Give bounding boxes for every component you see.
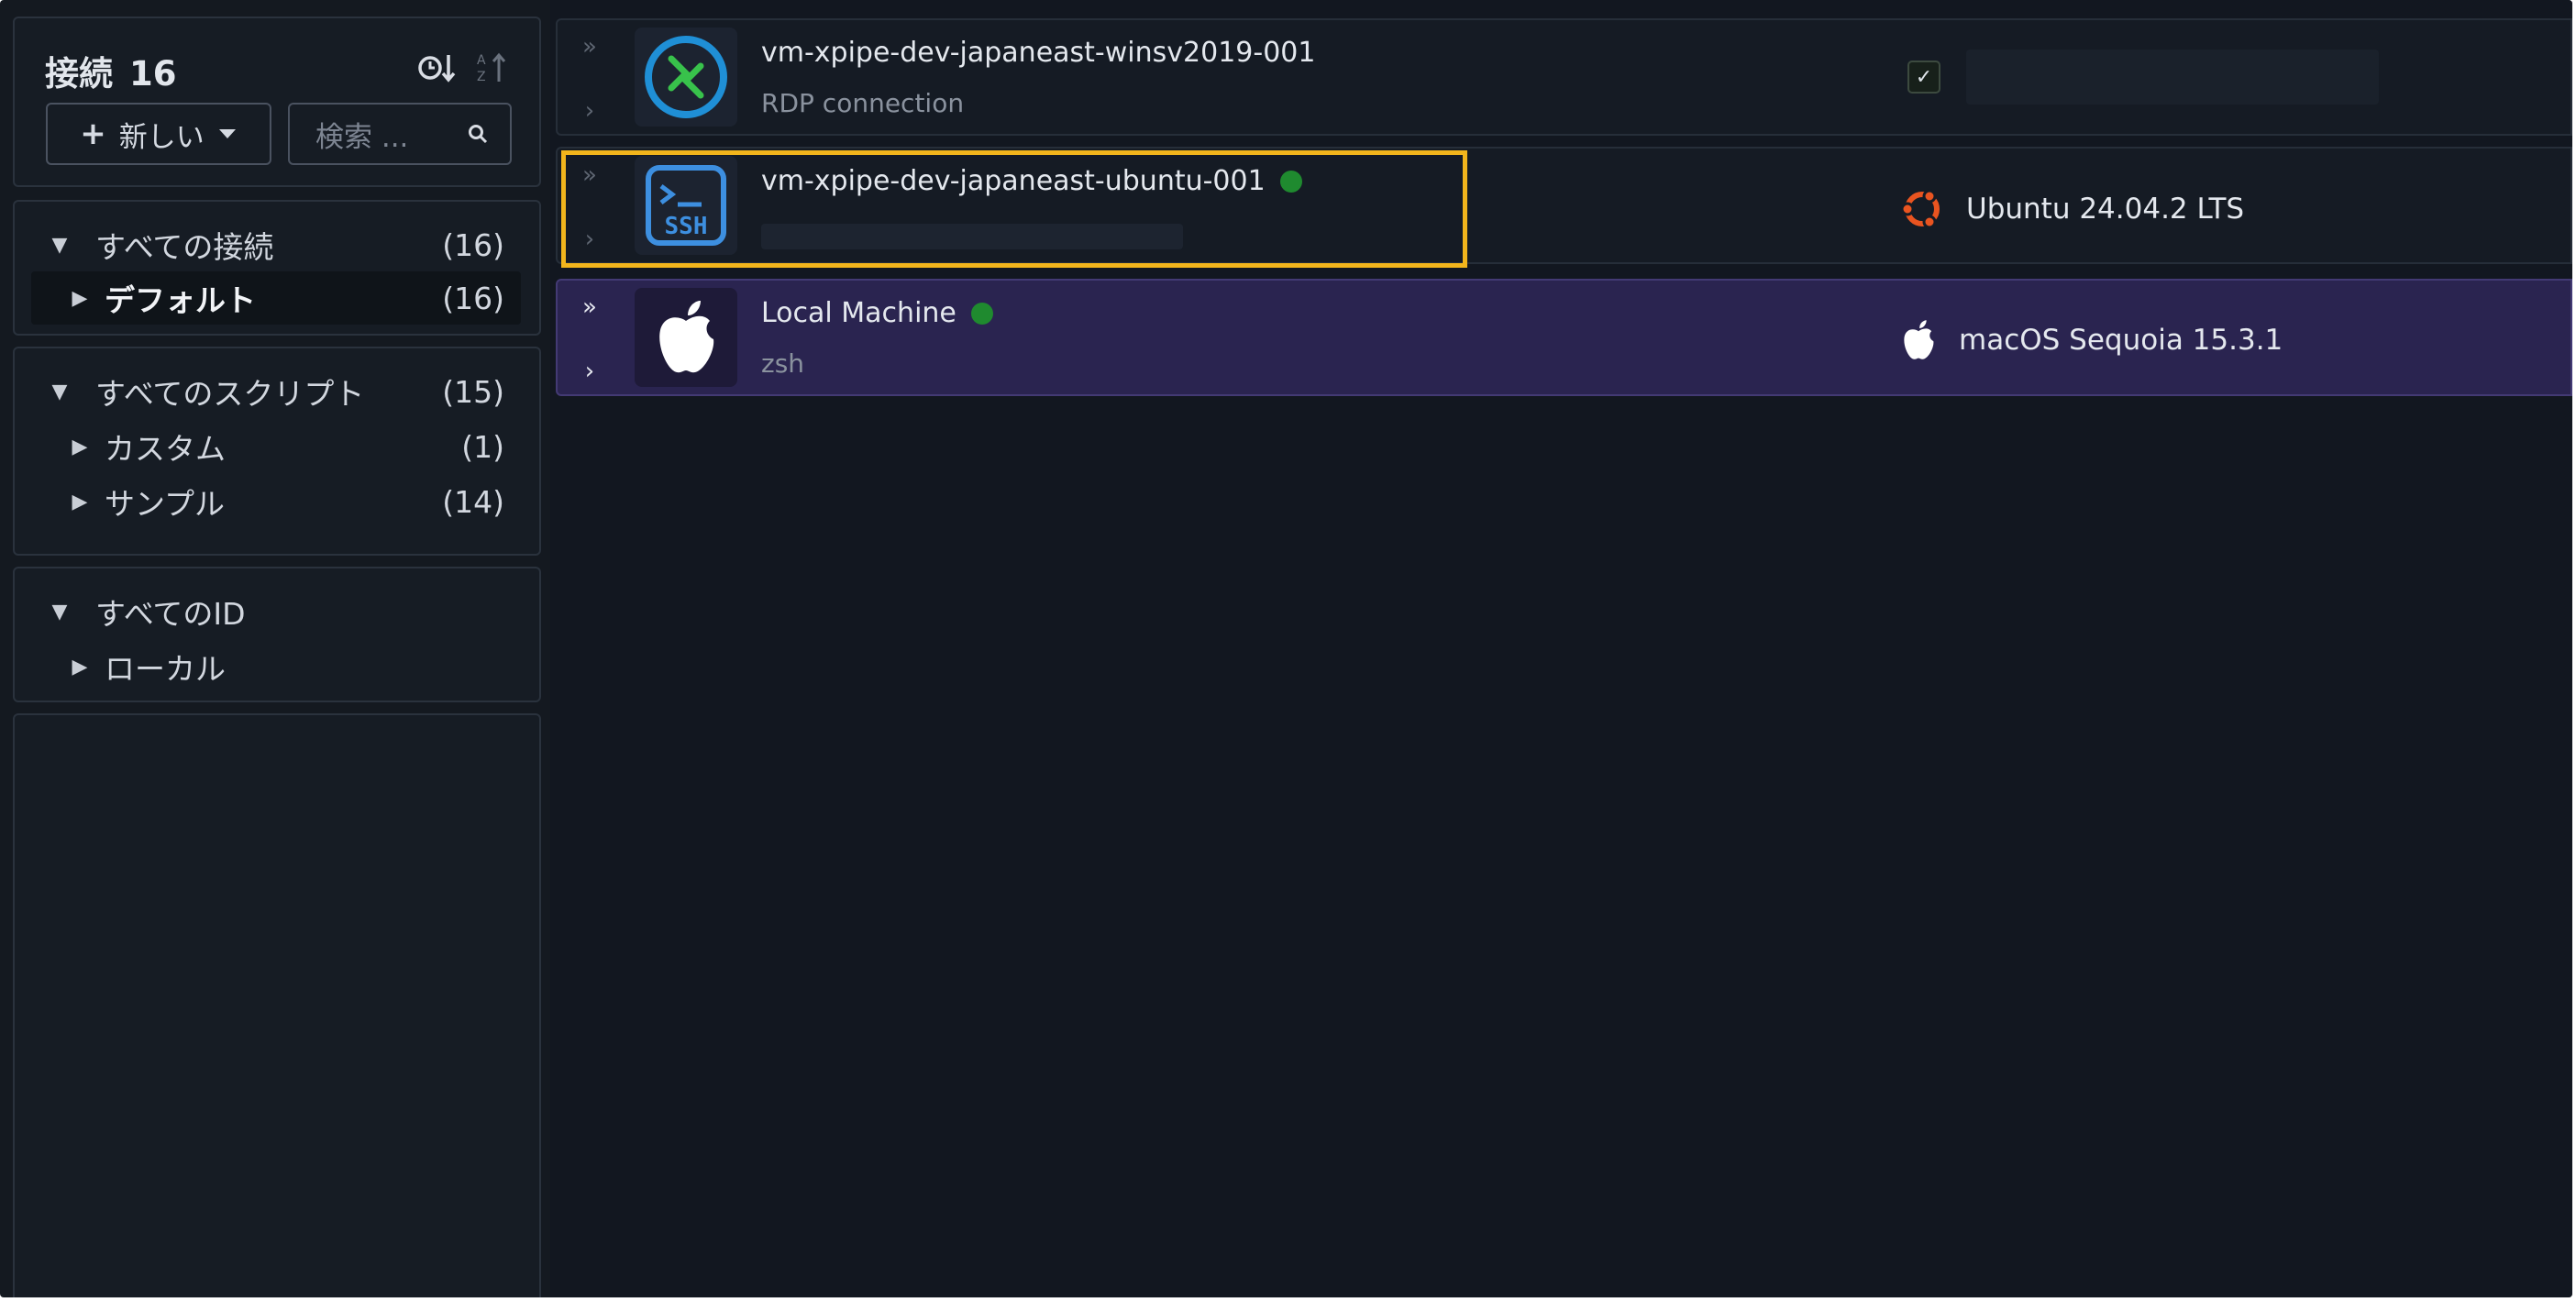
tree-item-default[interactable]: ▶ デフォルト (16) [31, 271, 521, 325]
apple-icon [635, 288, 737, 387]
tree-label: すべてのID [95, 596, 246, 632]
sort-alphabetical-icon[interactable]: A Z [475, 50, 508, 85]
sort-by-time-icon[interactable] [418, 51, 457, 84]
ubuntu-icon [1900, 189, 1940, 229]
new-connection-button[interactable]: + 新しい [46, 103, 271, 165]
tree-item-all-connections[interactable]: ▼ すべての接続 (16) [15, 218, 539, 271]
expand-all-icon[interactable]: » [582, 293, 597, 321]
row-controls: » › [576, 33, 603, 125]
tree-count: (15) [442, 373, 504, 410]
identities-tree: ▼ すべてのID ▶ ローカル [13, 567, 541, 702]
connection-row-local[interactable]: » › Local Machine zsh macOS Sequoia 15.3… [556, 279, 2572, 396]
svg-text:A: A [477, 53, 486, 68]
connections-tree: ▼ すべての接続 (16) ▶ デフォルト (16) [13, 200, 541, 336]
connection-name: Local Machine [761, 297, 993, 329]
tree-label: サンプル [105, 486, 226, 522]
connection-subtitle: zsh [761, 348, 805, 379]
connection-row-rdp[interactable]: » › vm-xpipe-dev-japaneast-winsv2019-001… [556, 18, 2572, 136]
tree-count: (14) [442, 483, 504, 520]
connection-name-text: Local Machine [761, 297, 956, 329]
connections-count: 16 [129, 54, 177, 94]
rdp-icon [635, 28, 737, 127]
tree-item-local[interactable]: ▶ ローカル [15, 640, 539, 693]
collapsed-arrow-icon: ▶ [72, 286, 88, 310]
tree-item-all-ids[interactable]: ▼ すべてのID [15, 585, 539, 638]
expand-all-icon[interactable]: » [582, 33, 597, 61]
chevron-right-icon[interactable]: › [585, 97, 594, 125]
tree-item-samples[interactable]: ▶ サンプル (14) [15, 475, 539, 528]
connection-name-text: vm-xpipe-dev-japaneast-winsv2019-001 [761, 37, 1316, 69]
scripts-tree: ▼ すべてのスクリプト (15) ▶ カスタム (1) ▶ サンプル (14) [13, 347, 541, 556]
chevron-down-icon [218, 129, 236, 138]
tree-label: ローカル [105, 651, 226, 687]
expanded-arrow-icon: ▼ [51, 233, 68, 257]
search-placeholder: 検索 ... [315, 120, 409, 154]
apple-icon [1904, 320, 1934, 359]
row-controls: » › [576, 293, 603, 385]
app-window: 接続 16 A Z + 新しい 検索 ... ▼ すべての接続 (16) ▶ デ… [0, 0, 2572, 1297]
sidebar-header: 接続 16 A Z + 新しい 検索 ... [13, 17, 541, 187]
connection-name: vm-xpipe-dev-japaneast-winsv2019-001 [761, 37, 1315, 69]
online-status-icon [970, 302, 993, 325]
sidebar-empty-area [13, 713, 541, 1297]
search-input[interactable]: 検索 ... [288, 103, 512, 165]
os-label: macOS Sequoia 15.3.1 [1959, 324, 2283, 357]
plus-icon: + [80, 116, 106, 152]
tree-label: すべてのスクリプト [95, 376, 365, 412]
collapsed-arrow-icon: ▶ [72, 435, 88, 458]
search-icon [469, 125, 488, 144]
tree-count: (1) [461, 428, 504, 465]
redacted-field [1966, 50, 2379, 105]
collapsed-arrow-icon: ▶ [72, 490, 88, 513]
checkbox[interactable]: ✓ [1907, 61, 1940, 94]
sort-controls: A Z [418, 50, 508, 86]
title-label: 接続 [45, 54, 113, 94]
tree-label: カスタム [105, 431, 226, 467]
connections-title: 接続 16 [45, 46, 177, 95]
svg-text:Z: Z [477, 70, 486, 84]
tree-label: すべての接続 [95, 229, 274, 265]
os-info: Ubuntu 24.04.2 LTS [1898, 185, 2244, 233]
tree-count: (16) [442, 280, 504, 316]
os-info: macOS Sequoia 15.3.1 [1898, 317, 2283, 363]
sidebar: 接続 16 A Z + 新しい 検索 ... ▼ すべての接続 (16) ▶ デ… [13, 17, 541, 1297]
collapsed-arrow-icon: ▶ [72, 655, 88, 679]
focus-highlight-box [561, 150, 1467, 268]
tree-item-all-scripts[interactable]: ▼ すべてのスクリプト (15) [15, 365, 539, 418]
tree-count: (16) [442, 226, 504, 263]
tree-label: デフォルト [105, 282, 256, 318]
tree-item-custom[interactable]: ▶ カスタム (1) [15, 420, 539, 473]
new-button-label: 新しい [118, 120, 205, 154]
os-label: Ubuntu 24.04.2 LTS [1966, 193, 2245, 226]
connection-subtitle: RDP connection [761, 88, 965, 118]
expanded-arrow-icon: ▼ [51, 380, 68, 403]
expanded-arrow-icon: ▼ [51, 600, 68, 623]
chevron-right-icon[interactable]: › [585, 358, 594, 385]
